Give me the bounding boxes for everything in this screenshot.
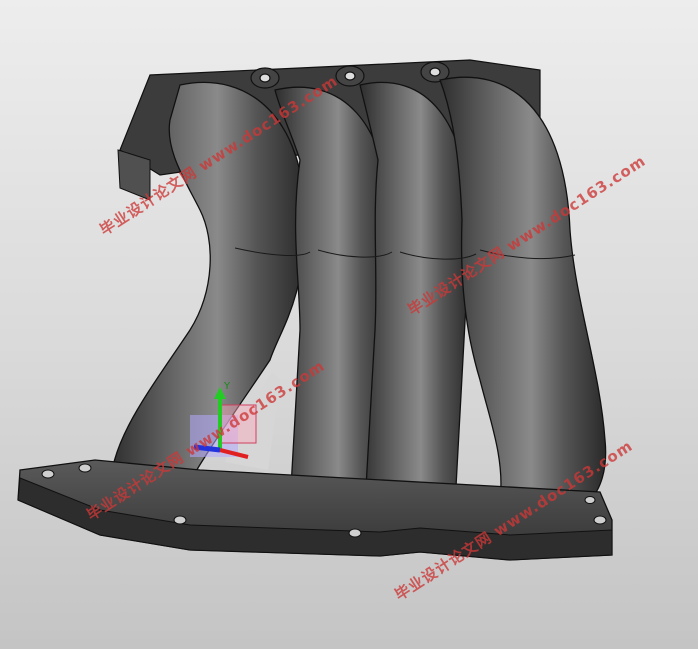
intake-manifold-model[interactable] xyxy=(0,0,698,649)
model-viewport[interactable]: Y 毕业设计论文网www.doc163.com 毕业设计论文网www.doc16… xyxy=(0,0,698,649)
runner-4 xyxy=(439,76,607,501)
y-axis-label: Y xyxy=(223,381,231,392)
